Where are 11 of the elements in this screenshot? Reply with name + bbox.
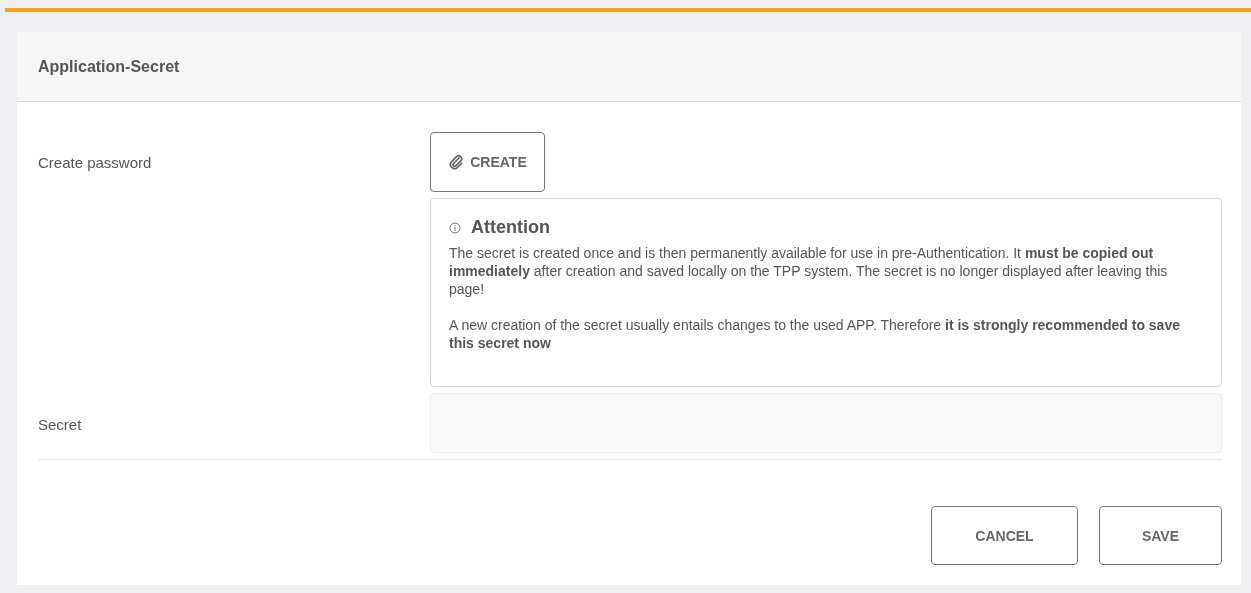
- cancel-button[interactable]: CANCEL: [931, 506, 1078, 565]
- save-button[interactable]: SAVE: [1099, 506, 1222, 565]
- field-label: Secret: [38, 416, 83, 435]
- info-icon: [449, 221, 461, 234]
- field-label: Create password: [38, 154, 153, 173]
- create-button[interactable]: CREATE: [430, 132, 545, 192]
- paperclip-icon: [448, 154, 465, 170]
- card-title: Application-Secret: [38, 57, 180, 76]
- attention-text: The secret is created once and is then permanently available for use in pre-Authentication. It must be copied out immediately after creation and saved locally on the TPP system. The secret is no longer displayed after leaving this page!: [449, 244, 1169, 298]
- attention-title: Attention: [471, 217, 550, 238]
- attention-text: A new creation of the secret usually entails changes to the used APP. Therefore it is strongly recommended to save this secret now: [449, 316, 1181, 352]
